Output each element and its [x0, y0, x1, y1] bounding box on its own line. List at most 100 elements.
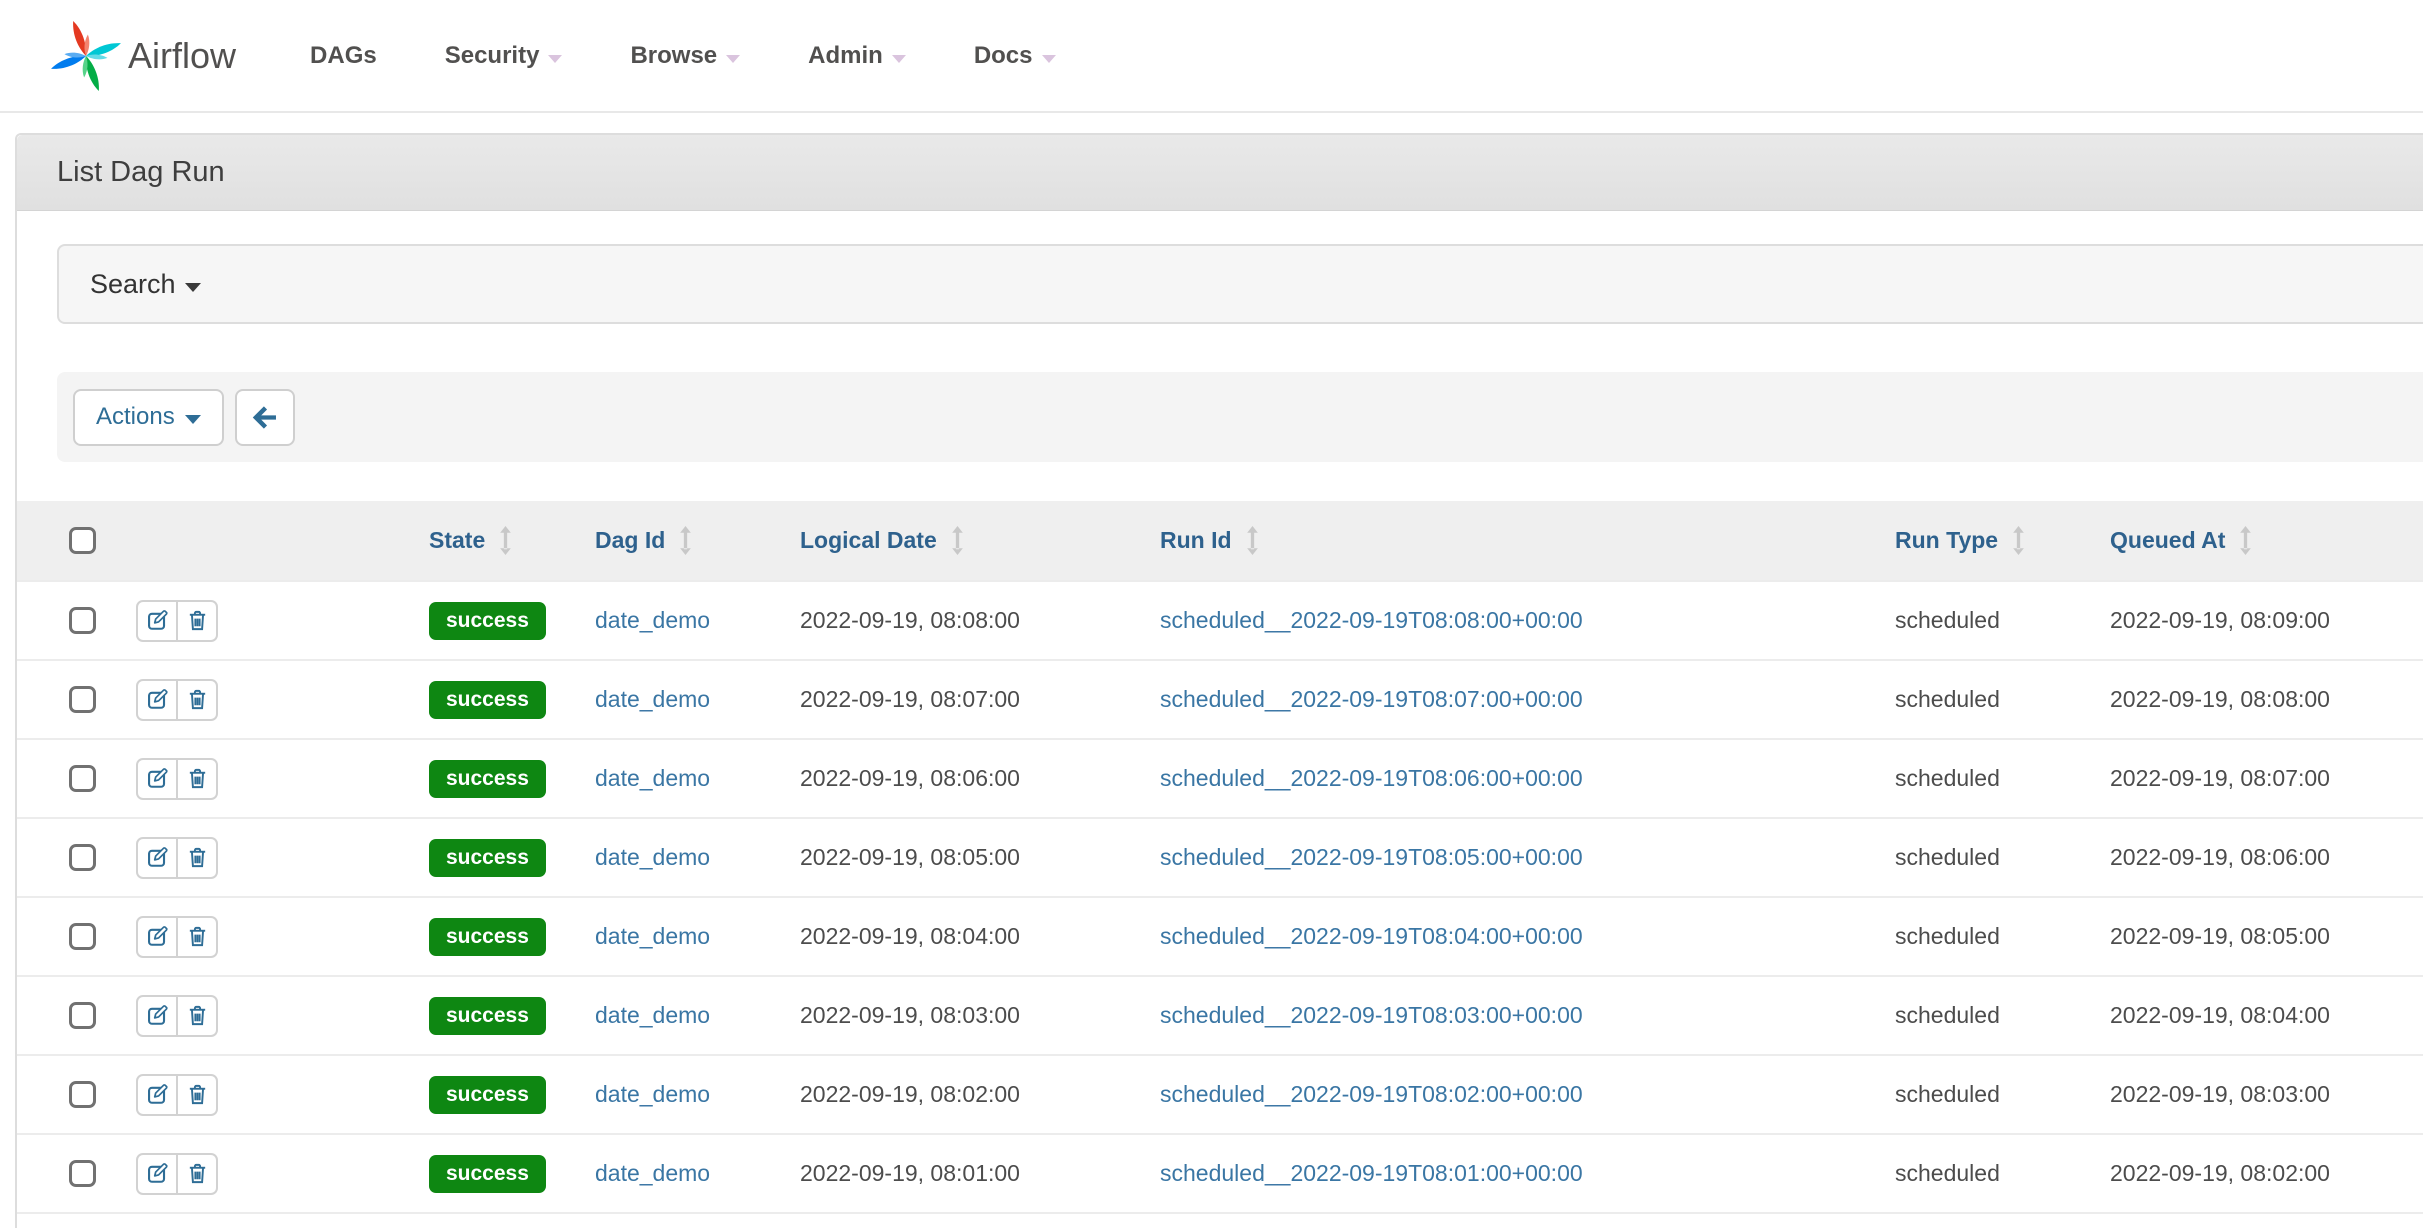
- row-actions: [136, 1153, 218, 1195]
- nav-item-docs[interactable]: Docs: [940, 0, 1090, 112]
- row-actions: [136, 837, 218, 879]
- col-header-queued-at[interactable]: Queued At: [2102, 501, 2423, 581]
- table-row: success date_demo 2022-09-19, 08:02:00 s…: [17, 1055, 2423, 1134]
- delete-button[interactable]: [176, 1074, 218, 1116]
- run-id-link[interactable]: scheduled__2022-09-19T08:06:00+00:00: [1160, 765, 1583, 791]
- run-type-cell: scheduled: [1887, 739, 2102, 818]
- table-row: success date_demo 2022-09-19, 08:06:00 s…: [17, 739, 2423, 818]
- panel-body: Search Actions: [17, 211, 2423, 1214]
- edit-button[interactable]: [136, 995, 178, 1037]
- run-type-cell: scheduled: [1887, 660, 2102, 739]
- search-label: Search: [90, 269, 176, 300]
- logical-date-cell: 2022-09-19, 08:02:00: [792, 1055, 1152, 1134]
- status-badge: success: [429, 760, 546, 798]
- chevron-down-icon: [548, 55, 562, 63]
- search-accordion[interactable]: Search: [57, 244, 2423, 324]
- col-header-state[interactable]: State: [407, 501, 587, 581]
- airflow-brand[interactable]: Airflow: [46, 16, 236, 96]
- dag-id-link[interactable]: date_demo: [595, 844, 710, 870]
- dag-id-link[interactable]: date_demo: [595, 923, 710, 949]
- nav-item-admin[interactable]: Admin: [774, 0, 940, 112]
- run-id-link[interactable]: scheduled__2022-09-19T08:02:00+00:00: [1160, 1081, 1583, 1107]
- edit-button[interactable]: [136, 916, 178, 958]
- table-row: success date_demo 2022-09-19, 08:03:00 s…: [17, 976, 2423, 1055]
- edit-button[interactable]: [136, 679, 178, 721]
- delete-button[interactable]: [176, 916, 218, 958]
- row-actions: [136, 679, 218, 721]
- nav-item-browse[interactable]: Browse: [596, 0, 774, 112]
- queued-at-cell: 2022-09-19, 08:07:00: [2102, 739, 2423, 818]
- delete-button[interactable]: [176, 758, 218, 800]
- table-row: success date_demo 2022-09-19, 08:04:00 s…: [17, 897, 2423, 976]
- run-id-link[interactable]: scheduled__2022-09-19T08:01:00+00:00: [1160, 1160, 1583, 1186]
- status-badge: success: [429, 602, 546, 640]
- nav-item-dags[interactable]: DAGs: [276, 0, 411, 112]
- dag-id-link[interactable]: date_demo: [595, 1160, 710, 1186]
- edit-button[interactable]: [136, 1153, 178, 1195]
- col-header-actions: [117, 501, 407, 581]
- status-badge: success: [429, 681, 546, 719]
- queued-at-cell: 2022-09-19, 08:08:00: [2102, 660, 2423, 739]
- delete-button[interactable]: [176, 837, 218, 879]
- run-id-link[interactable]: scheduled__2022-09-19T08:08:00+00:00: [1160, 607, 1583, 633]
- back-button[interactable]: [235, 389, 295, 446]
- run-id-link[interactable]: scheduled__2022-09-19T08:07:00+00:00: [1160, 686, 1583, 712]
- row-checkbox[interactable]: [69, 1081, 96, 1108]
- delete-button[interactable]: [176, 995, 218, 1037]
- delete-button[interactable]: [176, 600, 218, 642]
- row-checkbox[interactable]: [69, 765, 96, 792]
- sort-icon: [1245, 526, 1260, 555]
- edit-button[interactable]: [136, 758, 178, 800]
- delete-button[interactable]: [176, 1153, 218, 1195]
- row-actions: [136, 916, 218, 958]
- col-header-logical-date[interactable]: Logical Date: [792, 501, 1152, 581]
- col-header-run-type[interactable]: Run Type: [1887, 501, 2102, 581]
- select-all-checkbox[interactable]: [69, 527, 96, 554]
- chevron-down-icon: [1042, 55, 1056, 63]
- trash-icon: [186, 609, 209, 632]
- dag-id-link[interactable]: date_demo: [595, 607, 710, 633]
- row-checkbox[interactable]: [69, 1160, 96, 1187]
- dag-id-link[interactable]: date_demo: [595, 1002, 710, 1028]
- edit-button[interactable]: [136, 600, 178, 642]
- sort-icon: [2238, 526, 2253, 555]
- trash-icon: [186, 846, 209, 869]
- row-actions: [136, 758, 218, 800]
- status-badge: success: [429, 839, 546, 877]
- main-content: List Dag Run Search Actions: [15, 133, 2423, 1228]
- dag-id-link[interactable]: date_demo: [595, 765, 710, 791]
- row-actions: [136, 995, 218, 1037]
- dag-id-link[interactable]: date_demo: [595, 1081, 710, 1107]
- logical-date-cell: 2022-09-19, 08:08:00: [792, 581, 1152, 660]
- sort-icon: [678, 526, 693, 555]
- page-title-bar: List Dag Run: [17, 135, 2423, 211]
- edit-icon: [146, 609, 169, 632]
- actions-button[interactable]: Actions: [73, 389, 224, 446]
- run-id-link[interactable]: scheduled__2022-09-19T08:05:00+00:00: [1160, 844, 1583, 870]
- table-body: success date_demo 2022-09-19, 08:08:00 s…: [17, 581, 2423, 1213]
- logical-date-cell: 2022-09-19, 08:01:00: [792, 1134, 1152, 1213]
- table-row: success date_demo 2022-09-19, 08:05:00 s…: [17, 818, 2423, 897]
- col-header-dag-id[interactable]: Dag Id: [587, 501, 792, 581]
- run-id-link[interactable]: scheduled__2022-09-19T08:03:00+00:00: [1160, 1002, 1583, 1028]
- dag-id-link[interactable]: date_demo: [595, 686, 710, 712]
- row-checkbox[interactable]: [69, 1002, 96, 1029]
- edit-button[interactable]: [136, 1074, 178, 1116]
- row-checkbox[interactable]: [69, 844, 96, 871]
- run-id-link[interactable]: scheduled__2022-09-19T08:04:00+00:00: [1160, 923, 1583, 949]
- edit-button[interactable]: [136, 837, 178, 879]
- edit-icon: [146, 1162, 169, 1185]
- page-title: List Dag Run: [57, 156, 225, 189]
- trash-icon: [186, 925, 209, 948]
- logical-date-cell: 2022-09-19, 08:07:00: [792, 660, 1152, 739]
- run-type-cell: scheduled: [1887, 897, 2102, 976]
- delete-button[interactable]: [176, 679, 218, 721]
- col-header-run-id[interactable]: Run Id: [1152, 501, 1887, 581]
- row-actions: [136, 1074, 218, 1116]
- row-checkbox[interactable]: [69, 923, 96, 950]
- nav-item-security[interactable]: Security: [411, 0, 597, 112]
- row-checkbox[interactable]: [69, 686, 96, 713]
- table-header-row: State Dag Id L: [17, 501, 2423, 581]
- row-checkbox[interactable]: [69, 607, 96, 634]
- navbar: Airflow DAGs Security Browse Admin Docs: [0, 0, 2423, 113]
